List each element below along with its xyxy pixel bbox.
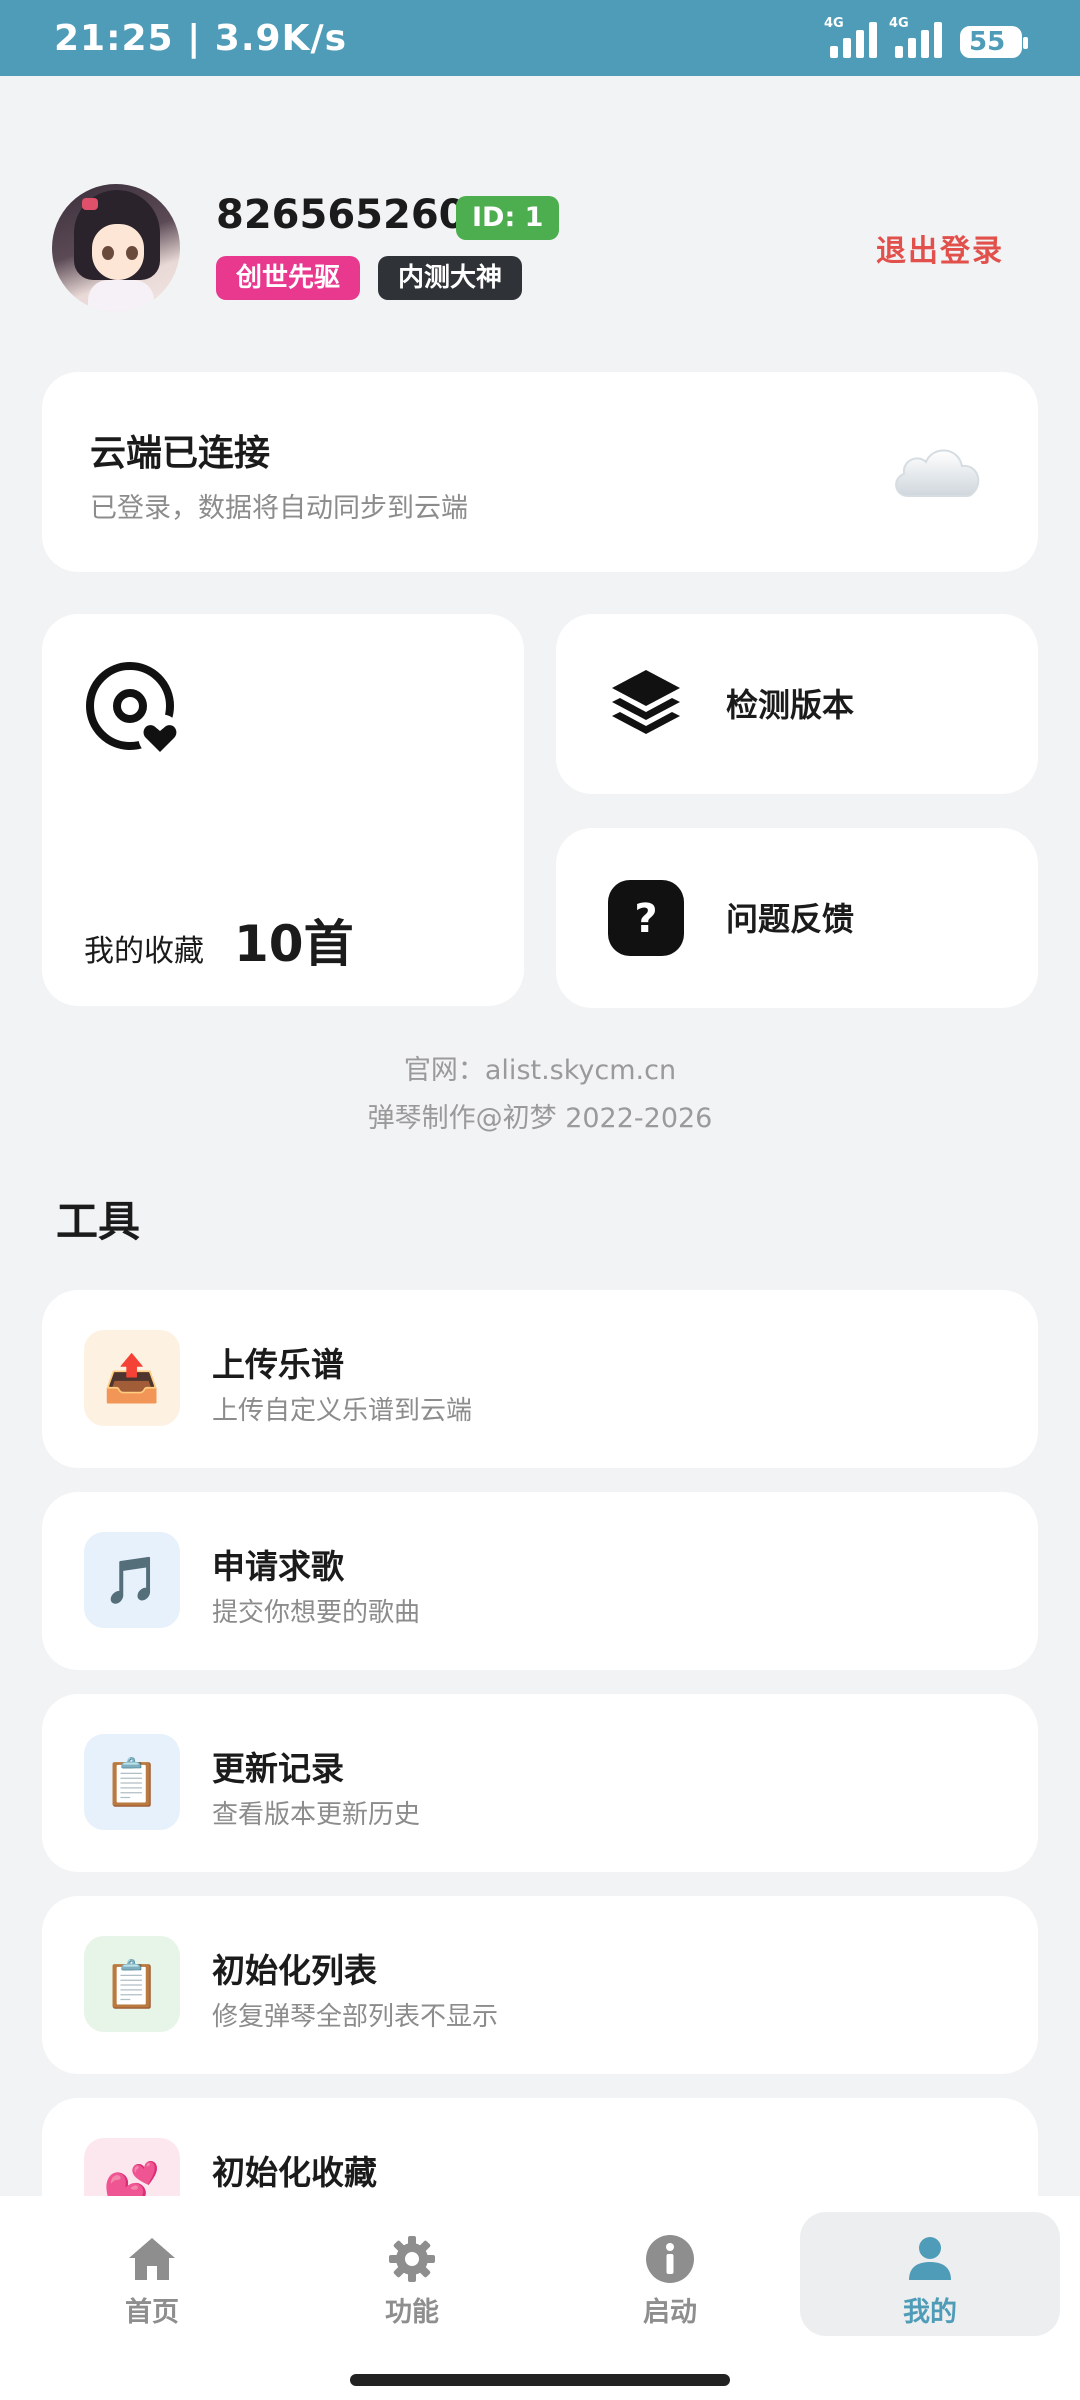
battery-icon: 55 [960,26,1028,58]
tool-title: 申请求歌 [212,1547,344,1586]
check-version-card[interactable]: 检测版本 [556,614,1038,794]
cloud-icon [895,449,980,497]
info-icon [646,2235,694,2283]
favorites-label: 我的收藏 [84,934,204,969]
user-id-badge: ID: 1 [456,196,560,240]
check-version-label: 检测版本 [726,686,855,724]
avatar[interactable] [52,184,180,312]
tab-launch[interactable]: 启动 [540,2212,800,2336]
tool-title: 初始化收藏 [212,2153,377,2192]
badge-pioneer: 创世先驱 [216,256,361,300]
tool-title: 上传乐谱 [212,1345,344,1384]
tool-subtitle: 提交你想要的歌曲 [212,1598,421,1628]
favorites-count: 10首 [234,915,354,973]
tool-subtitle: 查看版本更新历史 [212,1800,421,1830]
home-icon [129,2238,175,2280]
logout-button[interactable]: 退出登录 [876,226,1004,270]
tool-request-song[interactable]: 🎵 申请求歌 提交你想要的歌曲 [42,1492,1038,1670]
feedback-card[interactable]: ? 问题反馈 [556,828,1038,1008]
cloud-status-card[interactable]: 云端已连接 已登录，数据将自动同步到云端 [42,372,1038,572]
tab-label: 启动 [643,2297,697,2328]
network-type-label: 4G [889,16,909,31]
tab-mine[interactable]: 我的 [800,2212,1060,2336]
music-note-icon: 🎵 [84,1532,180,1628]
tools-section-title: 工具 [56,1197,141,1246]
badge-beta-tester: 内测大神 [378,256,523,300]
cloud-status-subtitle: 已登录，数据将自动同步到云端 [90,493,468,524]
tab-features[interactable]: 功能 [282,2212,542,2336]
favorites-card[interactable]: 我的收藏 10首 [42,614,524,1006]
gear-icon [389,2236,435,2282]
tab-label: 我的 [903,2297,957,2328]
status-bar: 21:25 | 3.9K/s 4G 4G 55 [0,0,1080,76]
tool-init-list[interactable]: 📋 初始化列表 修复弹琴全部列表不显示 [42,1896,1038,2074]
layers-icon [612,670,680,734]
tab-label: 首页 [125,2297,179,2328]
username: 826565260 [216,192,467,238]
person-icon [909,2237,951,2280]
tool-title: 更新记录 [212,1749,344,1788]
tool-update-log[interactable]: 📋 更新记录 查看版本更新历史 [42,1694,1038,1872]
home-indicator[interactable] [350,2374,730,2386]
tool-subtitle: 上传自定义乐谱到云端 [212,1396,473,1426]
upload-tray-icon: 📤 [84,1330,180,1426]
website-link[interactable]: 官网：alist.skycm.cn [0,1048,1080,1087]
cloud-status-title: 云端已连接 [90,433,271,474]
tool-title: 初始化列表 [212,1951,377,1990]
music-disc-heart-icon [86,662,182,758]
status-icons: 4G 4G 55 [824,16,1028,58]
svg-text:?: ? [634,896,657,942]
tool-subtitle: 修复弹琴全部列表不显示 [212,2002,499,2032]
bottom-tab-bar: 首页 功能 启动 我的 [0,2196,1080,2400]
status-time: 21:25 | 3.9K/s [54,18,348,59]
signal-icon: 4G [889,16,942,58]
network-type-label: 4G [824,16,844,31]
clipboard-icon: 📋 [84,1936,180,2032]
tool-upload-score[interactable]: 📤 上传乐谱 上传自定义乐谱到云端 [42,1290,1038,1468]
tab-home[interactable]: 首页 [22,2212,282,2336]
question-icon: ? [608,880,684,956]
battery-level: 55 [969,27,1006,57]
tab-label: 功能 [385,2297,439,2328]
copyright-text: 弹琴制作@初梦 2022-2026 [367,1103,713,1134]
signal-icon: 4G [824,16,877,58]
clipboard-icon: 📋 [84,1734,180,1830]
feedback-label: 问题反馈 [726,900,855,938]
